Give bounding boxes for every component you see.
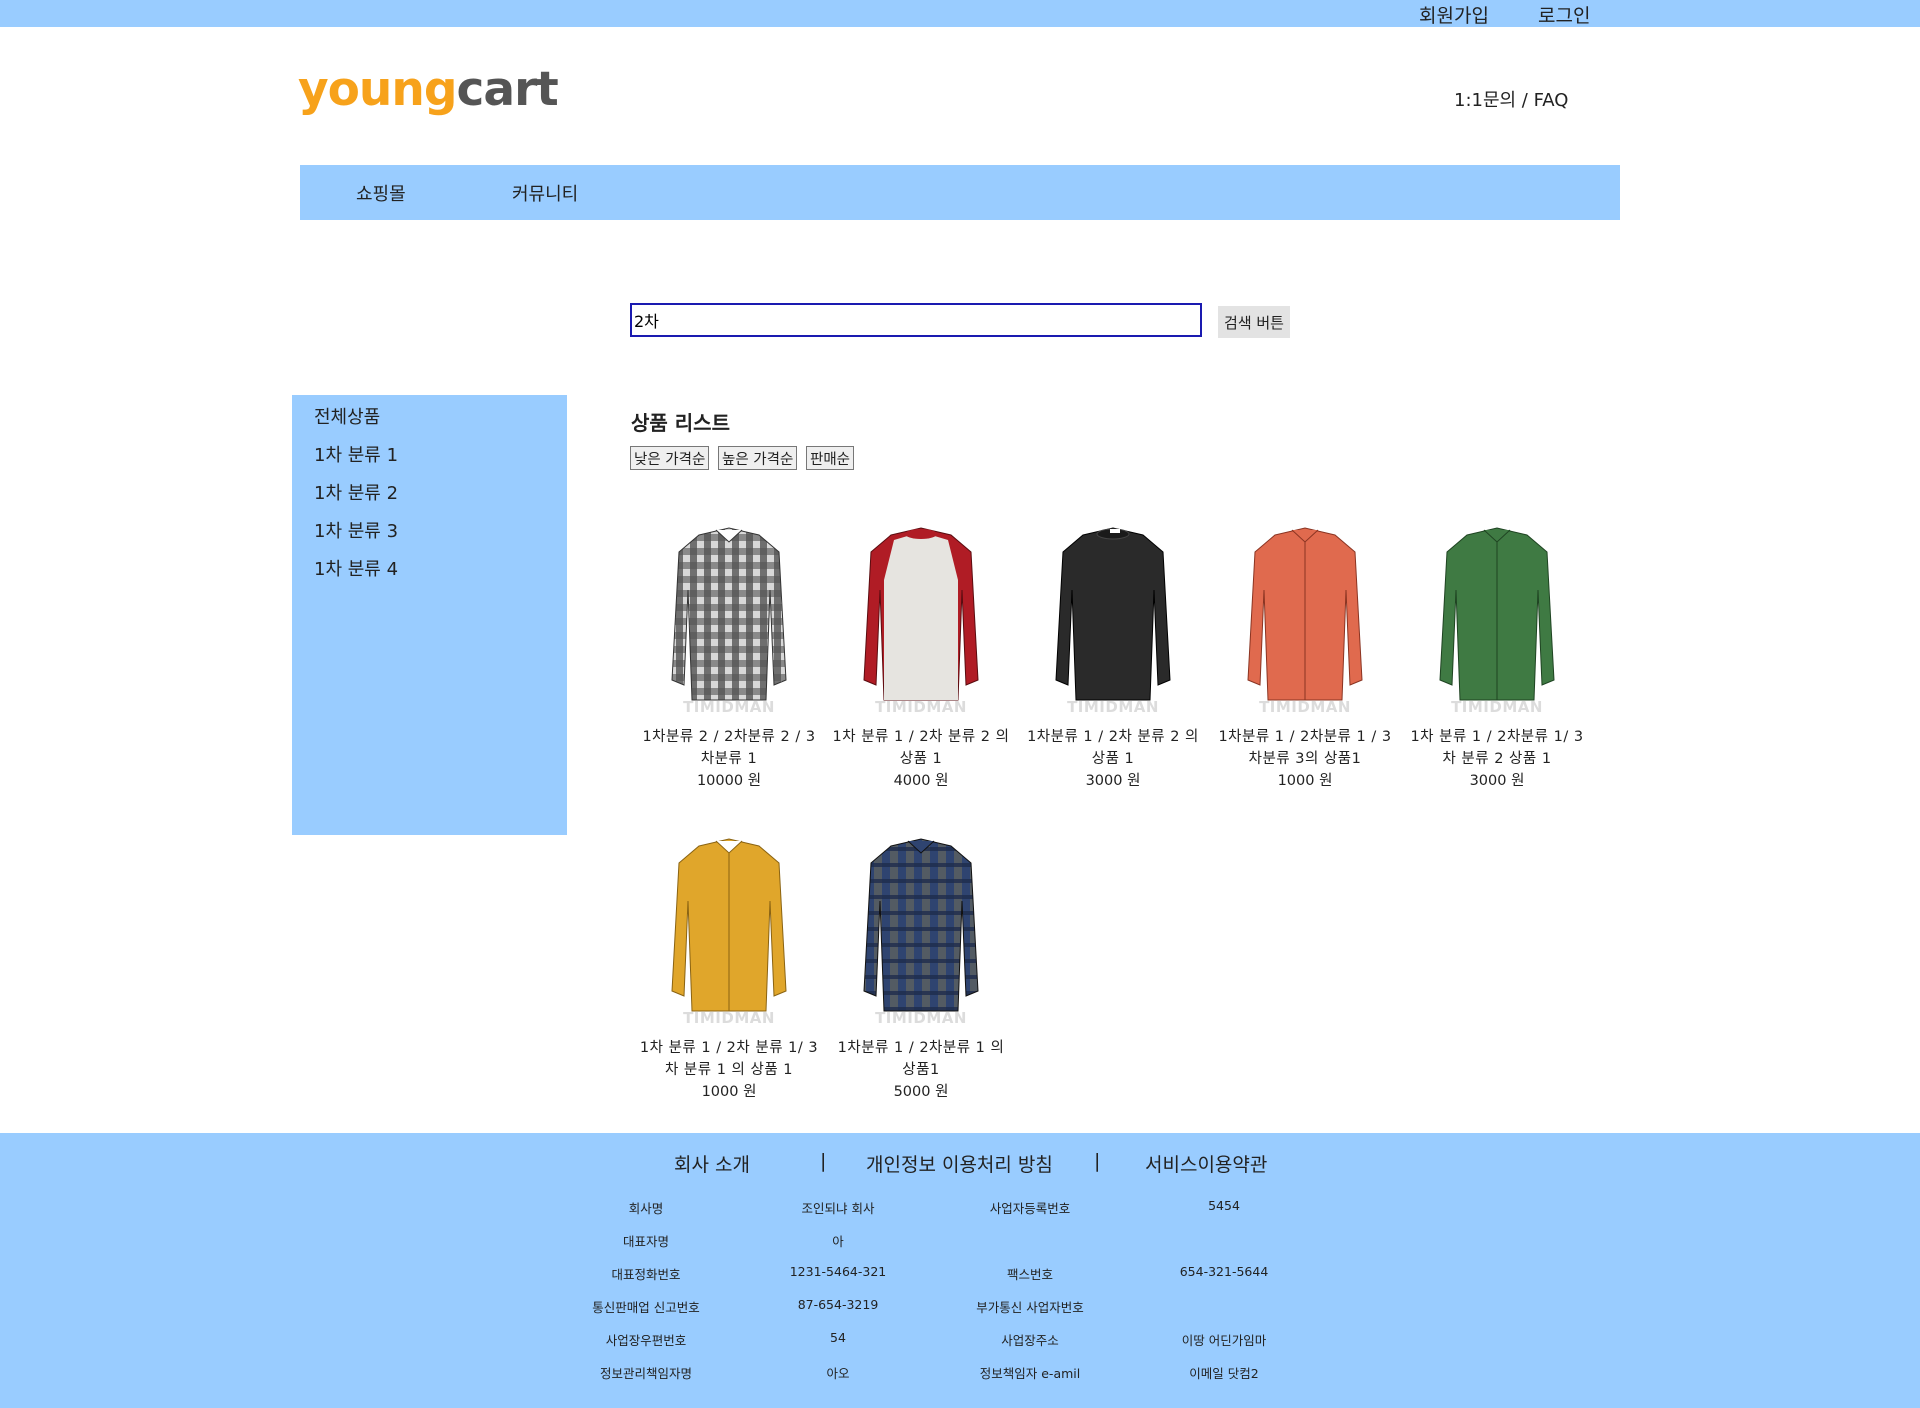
product-card[interactable]: TIMIDMAN 1차 분류 1 / 2차 분류 1/ 3차 분류 1 의 상품… — [634, 831, 824, 1103]
sort-high-price-button[interactable]: 높은 가격순 — [718, 446, 798, 470]
footer-info-label: 팩스번호 — [1006, 1267, 1053, 1282]
product-image[interactable]: TIMIDMAN — [826, 520, 1016, 720]
top-bar: 회원가입 로그인 — [0, 0, 1920, 27]
product-image[interactable]: TIMIDMAN — [1210, 520, 1400, 720]
footer-info-label: 통신판매업 신고번호 — [592, 1300, 700, 1315]
sidebar-item-category-4[interactable]: 1차 분류 4 — [314, 555, 398, 581]
footer-info-value: 아 — [832, 1234, 844, 1249]
product-card[interactable]: TIMIDMAN 1차분류 1 / 2차분류 1 / 3 차분류 3의 상품1 1… — [1210, 520, 1400, 792]
footer-info-label: 사업장주소 — [1001, 1333, 1059, 1348]
sidebar-item-category-3[interactable]: 1차 분류 3 — [314, 517, 398, 543]
product-image[interactable]: TIMIDMAN — [1402, 520, 1592, 720]
product-name[interactable]: 1차 분류 1 / 2차 분류 1/ 3차 분류 1 의 상품 1 — [634, 1037, 824, 1081]
footer-info-label: 사업장우편번호 — [605, 1333, 687, 1348]
product-watermark: TIMIDMAN — [875, 698, 967, 716]
shirt-raglan-red-icon — [863, 527, 979, 701]
help-links[interactable]: 1:1문의 / FAQ — [1454, 86, 1568, 112]
product-list-title: 상품 리스트 — [631, 411, 730, 435]
product-watermark: TIMIDMAN — [1067, 698, 1159, 716]
footer-privacy-link[interactable]: 개인정보 이용처리 방침 — [866, 1150, 1053, 1177]
product-card[interactable]: TIMIDMAN 1차 분류 1 / 2차 분류 2 의 상품 1 4000 원 — [826, 520, 1016, 792]
product-watermark: TIMIDMAN — [683, 698, 775, 716]
sidebar-item-all-products[interactable]: 전체상품 — [314, 403, 380, 429]
search-button[interactable]: 검색 버튼 — [1218, 306, 1290, 338]
product-image[interactable]: TIMIDMAN — [826, 831, 1016, 1031]
sidebar-item-category-2[interactable]: 1차 분류 2 — [314, 479, 398, 505]
footer-info-value: 이땅 어딘가임마 — [1181, 1333, 1267, 1348]
footer-terms-link[interactable]: 서비스이용약관 — [1145, 1150, 1267, 1177]
footer-info-label: 회사명 — [628, 1201, 664, 1216]
footer-info-label: 대표자명 — [622, 1234, 669, 1249]
footer-info-value: 87-654-3219 — [797, 1297, 879, 1312]
sidebar-item-category-1[interactable]: 1차 분류 1 — [314, 441, 398, 467]
product-card[interactable]: TIMIDMAN 1차 분류 1 / 2차분류 1/ 3차 분류 2 상품 1 … — [1402, 520, 1592, 792]
footer-info-value: 54 — [830, 1330, 846, 1345]
main-nav: 쇼핑몰 커뮤니티 — [300, 165, 1620, 220]
shirt-coral-icon — [1247, 527, 1363, 701]
product-price: 3000 원 — [1085, 773, 1141, 789]
logo-text-young: young — [298, 62, 457, 117]
footer: 회사 소개 | 개인정보 이용처리 방침 | 서비스이용약관 회사명 조인되냐 … — [0, 1133, 1920, 1408]
shirt-green-icon — [1439, 527, 1555, 701]
footer-info-label: 정보책임자 e-amil — [979, 1366, 1081, 1381]
footer-separator: | — [820, 1150, 827, 1172]
product-watermark: TIMIDMAN — [1259, 698, 1351, 716]
footer-company-intro-link[interactable]: 회사 소개 — [674, 1150, 750, 1177]
sort-low-price-button[interactable]: 낮은 가격순 — [630, 446, 710, 470]
shirt-mustard-icon — [671, 838, 787, 1012]
product-image[interactable]: TIMIDMAN — [634, 520, 824, 720]
category-sidebar: 전체상품 1차 분류 1 1차 분류 2 1차 분류 3 1차 분류 4 — [292, 395, 567, 835]
inquiry-faq-link[interactable]: 1:1문의 / FAQ — [1454, 90, 1568, 111]
product-watermark: TIMIDMAN — [683, 1009, 775, 1027]
shirt-plaid-gray-icon — [671, 527, 787, 701]
product-name[interactable]: 1차 분류 1 / 2차 분류 2 의 상품 1 — [826, 726, 1016, 770]
shirt-plaid-navy-icon — [863, 838, 979, 1012]
logo-text-cart: cart — [456, 62, 559, 117]
product-card[interactable]: TIMIDMAN 1차분류 1 / 2차분류 1 의 상품1 5000 원 — [826, 831, 1016, 1103]
nav-item-community[interactable]: 커뮤니티 — [512, 180, 578, 206]
footer-info-value: 아오 — [826, 1366, 850, 1381]
product-price: 1000 원 — [1277, 773, 1333, 789]
footer-info-value: 1231-5464-321 — [789, 1264, 887, 1279]
product-price: 5000 원 — [893, 1084, 949, 1100]
product-card[interactable]: TIMIDMAN 1차분류 1 / 2차 분류 2 의 상품 1 3000 원 — [1018, 520, 1208, 792]
product-watermark: TIMIDMAN — [875, 1009, 967, 1027]
logo[interactable]: youngcart — [298, 62, 559, 122]
footer-info-label: 사업자등록번호 — [989, 1201, 1071, 1216]
shirt-black-icon — [1055, 527, 1171, 701]
product-watermark: TIMIDMAN — [1451, 698, 1543, 716]
product-price: 1000 원 — [701, 1084, 757, 1100]
footer-info-value: 이메일 닷컴2 — [1189, 1366, 1259, 1381]
footer-info-value: 654-321-5644 — [1179, 1264, 1269, 1279]
footer-info-value: 5454 — [1208, 1198, 1240, 1213]
footer-info-value: 조인되냐 회사 — [801, 1201, 875, 1216]
sort-sales-button[interactable]: 판매순 — [806, 446, 855, 470]
product-image[interactable]: TIMIDMAN — [1018, 520, 1208, 720]
product-name[interactable]: 1차분류 1 / 2차분류 1 의 상품1 — [826, 1037, 1016, 1081]
nav-item-shopping-mall[interactable]: 쇼핑몰 — [356, 180, 406, 206]
login-link[interactable]: 로그인 — [1538, 1, 1590, 28]
product-name[interactable]: 1차분류 1 / 2차 분류 2 의 상품 1 — [1018, 726, 1208, 770]
signup-link[interactable]: 회원가입 — [1419, 1, 1489, 28]
search-input[interactable] — [630, 303, 1202, 337]
product-price: 3000 원 — [1469, 773, 1525, 789]
footer-info-label: 정보관리책임자명 — [599, 1366, 692, 1381]
product-name[interactable]: 1차 분류 1 / 2차분류 1/ 3차 분류 2 상품 1 — [1402, 726, 1592, 770]
product-card[interactable]: TIMIDMAN 1차분류 2 / 2차분류 2 / 3 차분류 1 10000 … — [634, 520, 824, 792]
footer-info-label: 부가통신 사업자번호 — [976, 1300, 1084, 1315]
product-name[interactable]: 1차분류 2 / 2차분류 2 / 3 차분류 1 — [634, 726, 824, 770]
product-image[interactable]: TIMIDMAN — [634, 831, 824, 1031]
product-price: 10000 원 — [696, 773, 762, 789]
product-price: 4000 원 — [893, 773, 949, 789]
product-name[interactable]: 1차분류 1 / 2차분류 1 / 3 차분류 3의 상품1 — [1210, 726, 1400, 770]
footer-separator: | — [1094, 1150, 1101, 1172]
footer-info-label: 대표정화번호 — [611, 1267, 681, 1282]
